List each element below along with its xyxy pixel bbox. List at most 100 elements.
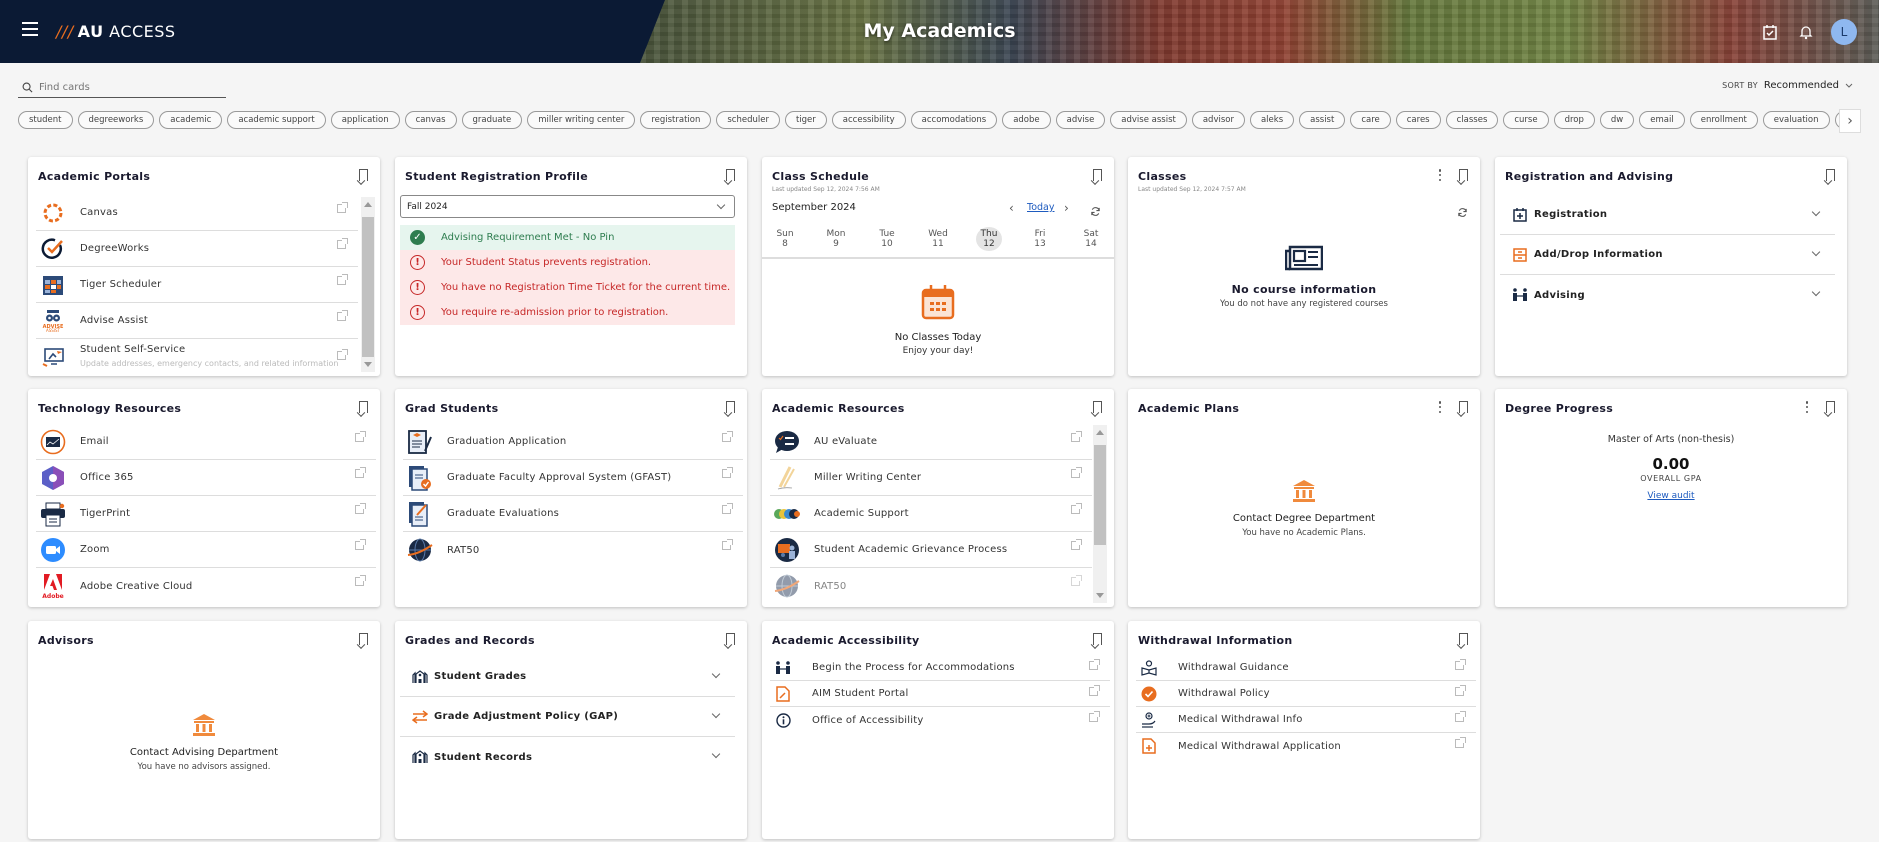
list-item-graduate-evaluations[interactable]: Graduate Evaluations xyxy=(403,496,743,532)
search-input[interactable] xyxy=(39,82,209,93)
list-item-rat50[interactable]: RAT50 xyxy=(770,568,1092,604)
refresh-icon[interactable] xyxy=(1457,203,1468,222)
filter-chip[interactable]: registration xyxy=(640,111,712,129)
list-item-medical-withdrawal-application[interactable]: Medical Withdrawal Application xyxy=(1136,733,1476,759)
filter-chip[interactable]: academic xyxy=(159,111,223,129)
next-week-button[interactable]: › xyxy=(1064,201,1069,215)
accordion-grade-adjustment-policy[interactable]: Grade Adjustment Policy (GAP) xyxy=(400,697,735,737)
list-item-grievance-process[interactable]: Student Academic Grievance Process xyxy=(770,532,1092,568)
list-item-aim-portal[interactable]: AIM Student Portal xyxy=(770,681,1110,707)
filter-chip[interactable]: graduate xyxy=(461,111,523,129)
bookmark-icon[interactable] xyxy=(1093,169,1102,181)
bookmark-icon[interactable] xyxy=(1826,169,1835,181)
bookmark-icon[interactable] xyxy=(1826,401,1835,413)
filter-chip[interactable]: evaluation xyxy=(1762,111,1830,129)
list-item-student-self-service[interactable]: Student Self-Service Update addresses, e… xyxy=(36,339,358,375)
list-item-gfast[interactable]: Graduate Faculty Approval System (GFAST) xyxy=(403,460,743,496)
filter-chip[interactable]: aleks xyxy=(1249,111,1295,129)
filter-chip[interactable]: scheduler xyxy=(716,111,780,129)
list-item-miller-writing-center[interactable]: Miller Writing Center xyxy=(770,460,1092,496)
filter-chip[interactable]: advise xyxy=(1055,111,1106,129)
list-item-office-of-accessibility[interactable]: Office of Accessibility xyxy=(770,707,1110,733)
list-item-tiger-scheduler[interactable]: Tiger Scheduler xyxy=(36,267,358,303)
find-cards-search[interactable] xyxy=(18,78,226,98)
filter-chip[interactable]: accessibility xyxy=(831,111,906,129)
filter-chip[interactable]: dw xyxy=(1599,111,1635,129)
filter-chip[interactable]: degreeworks xyxy=(77,111,155,129)
bookmark-icon[interactable] xyxy=(1093,401,1102,413)
list-item-medical-withdrawal-info[interactable]: Medical Withdrawal Info xyxy=(1136,707,1476,733)
accordion-add-drop[interactable]: Add/Drop Information xyxy=(1500,235,1835,275)
accordion-advising[interactable]: Advising xyxy=(1500,275,1835,315)
user-avatar[interactable]: L xyxy=(1831,19,1857,45)
sort-control[interactable]: SORT BY Recommended xyxy=(1722,80,1853,91)
filter-chip[interactable]: care xyxy=(1350,111,1391,129)
filter-chip[interactable]: classes xyxy=(1445,111,1499,129)
resources-list-scrollbar[interactable] xyxy=(1093,425,1107,603)
bookmark-icon[interactable] xyxy=(726,169,735,181)
list-item-academic-support[interactable]: Academic Support xyxy=(770,496,1092,532)
view-audit-link[interactable]: View audit xyxy=(1647,491,1694,501)
day-tue[interactable]: Tue 10 xyxy=(874,227,900,251)
filter-chip[interactable]: drop xyxy=(1553,111,1595,129)
list-item-zoom[interactable]: Zoom xyxy=(36,532,376,568)
more-options-icon[interactable] xyxy=(1438,169,1442,181)
filter-chip[interactable]: adobe xyxy=(1002,111,1051,129)
day-sat[interactable]: Sat 14 xyxy=(1078,227,1104,251)
accordion-registration[interactable]: Registration xyxy=(1500,195,1835,235)
filter-chip[interactable]: assist xyxy=(1299,111,1346,129)
filter-chip[interactable]: accomodations xyxy=(910,111,998,129)
more-options-icon[interactable] xyxy=(1438,401,1442,413)
chips-next-button[interactable]: › xyxy=(1839,109,1861,133)
list-item-withdrawal-guidance[interactable]: Withdrawal Guidance xyxy=(1136,655,1476,681)
filter-chip[interactable]: canvas xyxy=(404,111,457,129)
list-item-rat50[interactable]: RAT50 xyxy=(403,532,743,568)
bookmark-icon[interactable] xyxy=(359,169,368,181)
list-item-accommodations[interactable]: Begin the Process for Accommodations xyxy=(770,655,1110,681)
prev-week-button[interactable]: ‹ xyxy=(1009,201,1014,215)
filter-chip[interactable]: cares xyxy=(1395,111,1441,129)
list-item-au-evaluate[interactable]: AU eValuate xyxy=(770,424,1092,460)
filter-chip[interactable]: enrollment xyxy=(1689,111,1758,129)
filter-chip[interactable]: application xyxy=(330,111,400,129)
day-wed[interactable]: Wed 11 xyxy=(925,227,951,251)
filter-chip[interactable]: academic support xyxy=(227,111,326,129)
term-select[interactable]: Fall 2024 xyxy=(400,195,735,218)
list-item-email[interactable]: Email xyxy=(36,424,376,460)
day-sun[interactable]: Sun 8 xyxy=(772,227,798,251)
list-item-withdrawal-policy[interactable]: Withdrawal Policy xyxy=(1136,681,1476,707)
bookmark-icon[interactable] xyxy=(1093,633,1102,645)
accordion-student-records[interactable]: Student Records xyxy=(400,737,735,777)
day-mon[interactable]: Mon 9 xyxy=(823,227,849,251)
bookmark-icon[interactable] xyxy=(359,401,368,413)
filter-chip[interactable]: miller writing center xyxy=(527,111,636,129)
filter-chip[interactable]: advisor xyxy=(1191,111,1245,129)
day-fri[interactable]: Fri 13 xyxy=(1027,227,1053,251)
bookmark-icon[interactable] xyxy=(359,633,368,645)
refresh-icon[interactable] xyxy=(1090,202,1101,221)
calendar-check-icon[interactable] xyxy=(1759,21,1781,43)
filter-chip[interactable]: tiger xyxy=(784,111,827,129)
bookmark-icon[interactable] xyxy=(726,633,735,645)
filter-chip[interactable]: student xyxy=(18,111,73,129)
list-item-office-365[interactable]: Office 365 xyxy=(36,460,376,496)
bell-icon[interactable] xyxy=(1795,21,1817,43)
list-item-adobe-creative-cloud[interactable]: Adobe Adobe Creative Cloud xyxy=(36,568,376,604)
list-item-canvas[interactable]: Canvas xyxy=(36,195,358,231)
bookmark-icon[interactable] xyxy=(1459,169,1468,181)
list-item-graduation-application[interactable]: Graduation Application xyxy=(403,424,743,460)
filter-chip[interactable]: email xyxy=(1639,111,1685,129)
more-options-icon[interactable] xyxy=(1805,401,1809,413)
list-item-degreeworks[interactable]: DegreeWorks xyxy=(36,231,358,267)
accordion-student-grades[interactable]: Student Grades xyxy=(400,657,735,697)
bookmark-icon[interactable] xyxy=(726,401,735,413)
bookmark-icon[interactable] xyxy=(1459,633,1468,645)
day-thu[interactable]: Thu 12 xyxy=(976,227,1002,251)
filter-chip[interactable]: curse xyxy=(1503,111,1549,129)
today-link[interactable]: Today xyxy=(1027,202,1054,213)
filter-chip[interactable]: advise assist xyxy=(1110,111,1187,129)
list-item-tigerprint[interactable]: TigerPrint xyxy=(36,496,376,532)
bookmark-icon[interactable] xyxy=(1459,401,1468,413)
portal-list-scrollbar[interactable] xyxy=(361,197,375,372)
sort-select[interactable]: Recommended xyxy=(1764,80,1839,91)
